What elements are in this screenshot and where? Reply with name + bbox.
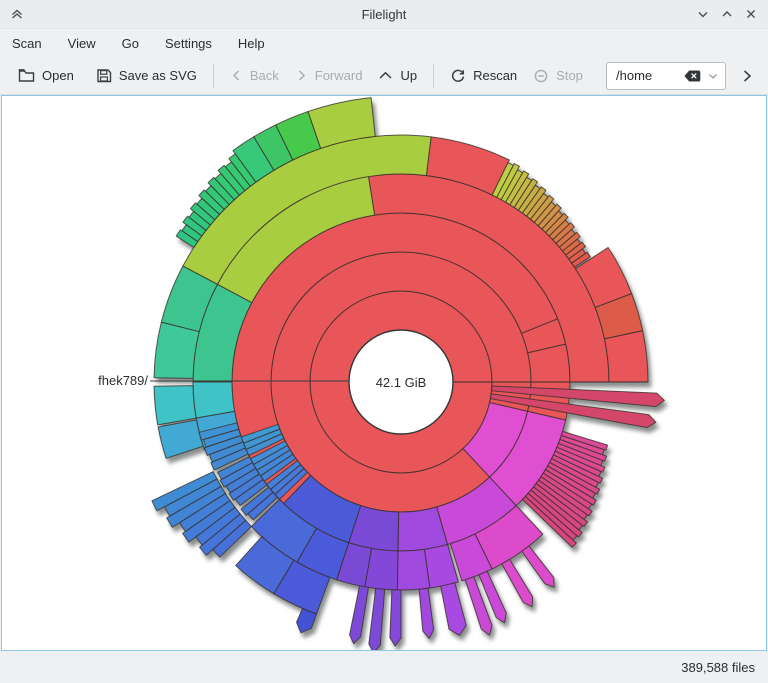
- menubar: Scan View Go Settings Help: [0, 29, 768, 57]
- save-icon: [97, 68, 112, 82]
- toolbar-overflow-button[interactable]: [736, 68, 758, 84]
- menu-go[interactable]: Go: [122, 36, 139, 51]
- dropdown-arrow-icon[interactable]: [707, 70, 719, 82]
- sunburst-chart[interactable]: 42.1 GiB fhek789/: [2, 96, 766, 650]
- location-combobox[interactable]: /home: [606, 61, 726, 90]
- hovered-folder-label: fhek789/: [98, 373, 148, 388]
- toolbar-separator: [433, 63, 435, 88]
- forward-button[interactable]: Forward: [287, 61, 371, 91]
- minimize-button[interactable]: [696, 7, 710, 21]
- forward-icon: [298, 70, 305, 81]
- stop-icon: [534, 69, 548, 82]
- rescan-button[interactable]: Rescan: [442, 61, 525, 91]
- menu-settings[interactable]: Settings: [165, 36, 212, 51]
- maximize-button[interactable]: [720, 7, 734, 21]
- window-title: Filelight: [361, 6, 407, 22]
- up-button[interactable]: Up: [370, 61, 425, 91]
- radial-map-view: 42.1 GiB fhek789/: [1, 95, 767, 651]
- menu-help[interactable]: Help: [238, 36, 265, 51]
- titlebar: Filelight: [0, 0, 768, 29]
- file-count-label: 389,588 files: [681, 659, 755, 675]
- close-button[interactable]: [744, 7, 758, 21]
- overflow-icon: [743, 69, 752, 82]
- save-as-svg-button[interactable]: Save as SVG: [88, 61, 205, 91]
- back-button[interactable]: Back: [222, 61, 287, 91]
- menu-view[interactable]: View: [68, 36, 96, 51]
- back-icon: [232, 70, 239, 81]
- location-value[interactable]: /home: [616, 68, 683, 83]
- statusbar: 389,588 files: [0, 651, 768, 683]
- menu-scan[interactable]: Scan: [12, 36, 42, 51]
- folder-open-icon: [18, 69, 35, 82]
- toolbar: Open Save as SVG Back Forward Up Rescan: [0, 57, 768, 95]
- up-icon: [379, 71, 392, 79]
- open-button[interactable]: Open: [10, 61, 82, 91]
- total-size-label: 42.1 GiB: [376, 375, 427, 390]
- clear-text-icon[interactable]: [683, 69, 702, 83]
- toolbar-separator: [212, 63, 214, 88]
- rescan-icon: [452, 69, 465, 82]
- stop-button[interactable]: Stop: [525, 61, 591, 91]
